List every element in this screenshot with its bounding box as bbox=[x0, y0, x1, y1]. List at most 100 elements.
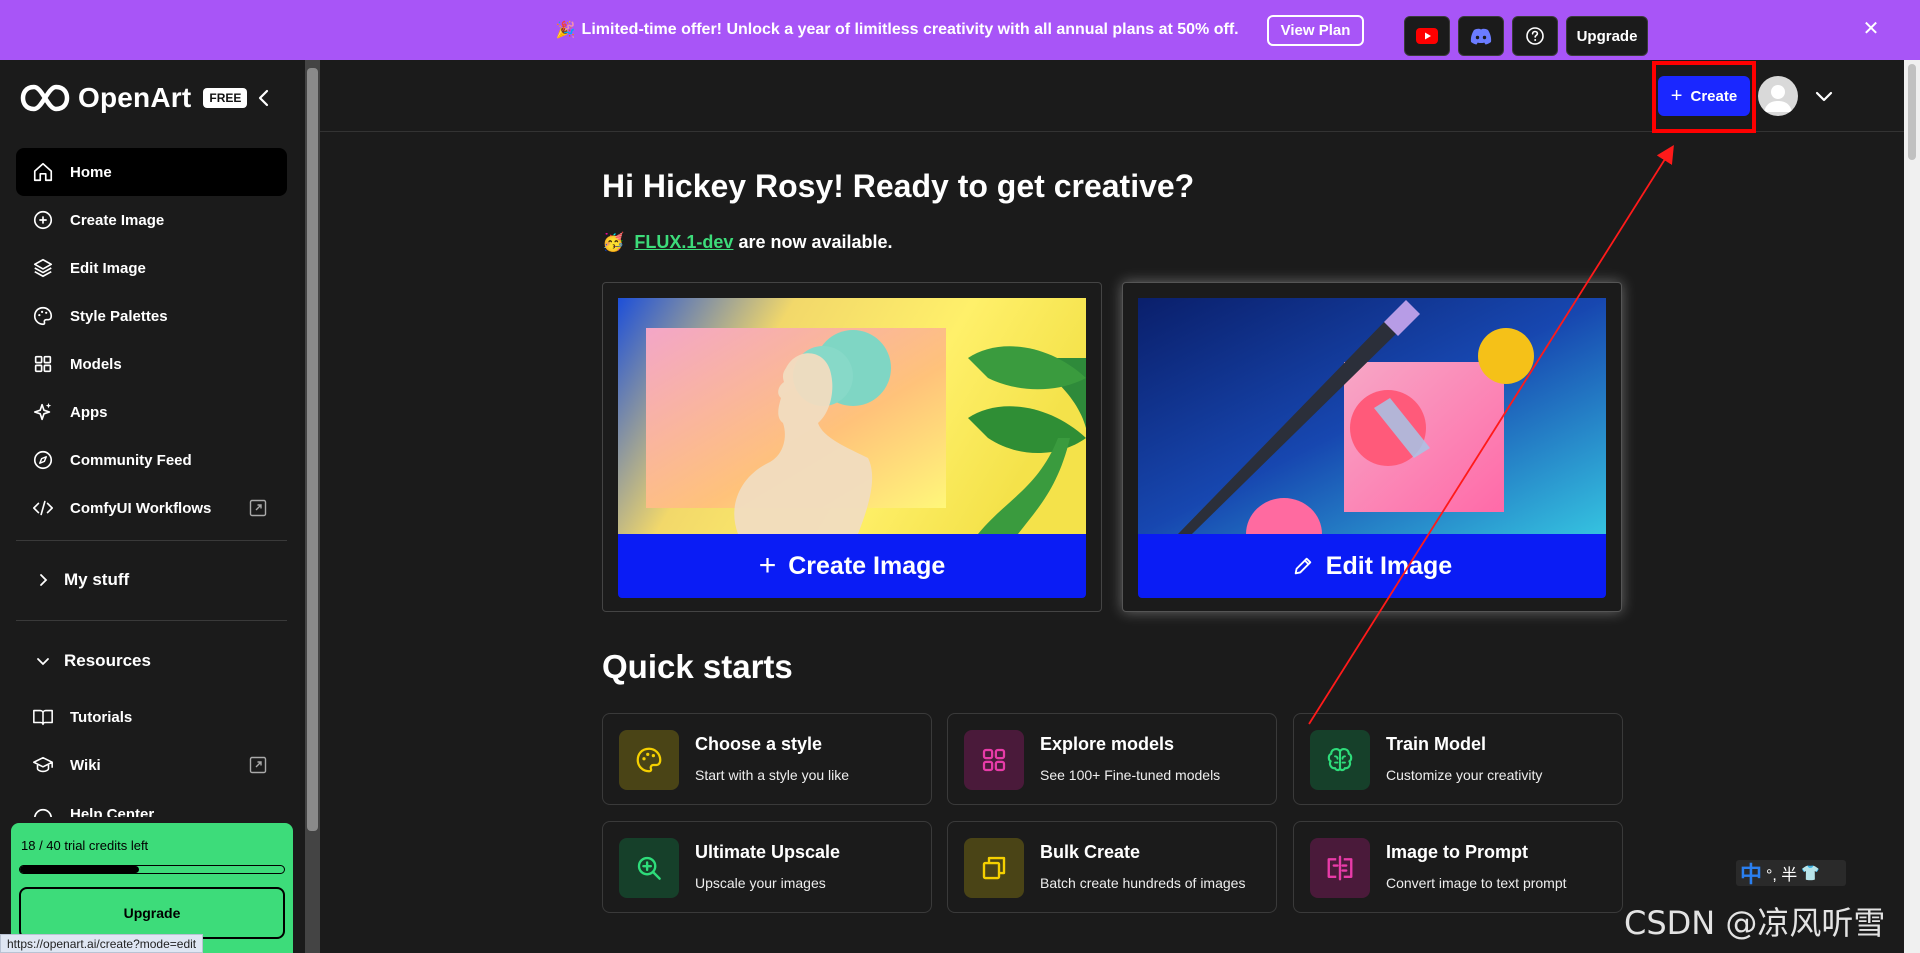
sidebar-divider bbox=[16, 620, 287, 621]
copy-icon bbox=[982, 856, 1006, 880]
quick-start-train-model[interactable]: Train Model Customize your creativity bbox=[1293, 713, 1623, 805]
create-image-label: Create Image bbox=[788, 551, 946, 580]
edit-image-card[interactable]: Edit Image bbox=[1122, 282, 1622, 612]
sidebar-item-wiki[interactable]: Wiki bbox=[16, 741, 287, 789]
qs-subtitle: Upscale your images bbox=[695, 875, 826, 891]
sidebar-item-label: Models bbox=[70, 355, 122, 373]
avatar[interactable] bbox=[1758, 76, 1798, 116]
resources-label: Resources bbox=[64, 651, 151, 670]
resources-toggle[interactable]: Resources bbox=[36, 651, 151, 671]
quick-start-image-to-prompt[interactable]: Image to Prompt Convert image to text pr… bbox=[1293, 821, 1623, 913]
announcement-text: are now available. bbox=[738, 232, 893, 252]
status-bar-url: https://openart.ai/create?mode=edit bbox=[0, 934, 204, 953]
qs-title: Ultimate Upscale bbox=[695, 842, 841, 862]
edit-image-illustration bbox=[1138, 298, 1606, 534]
chevron-down-icon[interactable] bbox=[1812, 84, 1836, 108]
chevron-right-icon bbox=[40, 574, 48, 586]
sidebar-item-label: Wiki bbox=[70, 756, 101, 774]
watermark: CSDN @凉风听雪 bbox=[1624, 904, 1886, 942]
sidebar-item-edit-image[interactable]: Edit Image bbox=[16, 244, 287, 292]
ime-language: 中 bbox=[1740, 862, 1763, 887]
quick-start-choose-style[interactable]: Choose a style Start with a style you li… bbox=[602, 713, 932, 805]
sidebar-item-label: ComfyUI Workflows bbox=[70, 499, 212, 517]
resources-nav: Tutorials Wiki Help Center bbox=[16, 693, 287, 817]
quick-start-explore-models[interactable]: Explore models See 100+ Fine-tuned model… bbox=[947, 713, 1277, 805]
sidebar-item-label: Apps bbox=[70, 403, 108, 421]
sidebar-item-home[interactable]: Home bbox=[16, 148, 287, 196]
banner-message: 🎉 Limited-time offer! Unlock a year of l… bbox=[556, 20, 1239, 40]
sidebar-item-comfyui-workflows[interactable]: ComfyUI Workflows bbox=[16, 484, 287, 532]
user-icon bbox=[1764, 85, 1792, 112]
external-link-icon bbox=[249, 499, 267, 517]
youtube-icon bbox=[1416, 28, 1438, 44]
qs-icon-box bbox=[1310, 838, 1370, 898]
credits-text: 18 / 40 trial credits left bbox=[21, 838, 149, 853]
quick-start-ultimate-upscale[interactable]: Ultimate Upscale Upscale your images bbox=[602, 821, 932, 913]
party-popper-icon: 🎉 bbox=[555, 22, 576, 39]
qs-icon-box bbox=[619, 838, 679, 898]
sidebar-nav: Home Create Image Edit Image Style Palet… bbox=[16, 148, 287, 532]
my-stuff-toggle[interactable]: My stuff bbox=[36, 570, 129, 590]
qs-icon-box bbox=[1310, 730, 1370, 790]
create-image-button[interactable]: + Create Image bbox=[618, 534, 1086, 598]
ime-mode: °, 半 bbox=[1766, 867, 1798, 884]
plus-icon: + bbox=[758, 549, 777, 582]
page-scrollbar-thumb[interactable] bbox=[1908, 64, 1916, 160]
qs-subtitle: Batch create hundreds of images bbox=[1040, 875, 1246, 891]
sidebar-item-tutorials[interactable]: Tutorials bbox=[16, 693, 287, 741]
sidebar-item-apps[interactable]: Apps bbox=[16, 388, 287, 436]
qs-icon-box bbox=[619, 730, 679, 790]
create-image-card[interactable]: + Create Image bbox=[602, 282, 1102, 612]
create-button[interactable]: + Create bbox=[1658, 76, 1750, 116]
brain-icon bbox=[1327, 748, 1353, 772]
help-button[interactable] bbox=[1512, 16, 1558, 56]
upgrade-credits-button[interactable]: Upgrade bbox=[19, 887, 285, 939]
youtube-button[interactable] bbox=[1404, 16, 1450, 56]
compass-icon bbox=[33, 450, 53, 470]
qs-subtitle: Start with a style you like bbox=[695, 767, 850, 783]
sidebar-item-label: Create Image bbox=[70, 211, 165, 229]
sidebar-scrollbar-thumb[interactable] bbox=[307, 68, 318, 831]
code-icon bbox=[33, 500, 53, 516]
view-plan-button[interactable]: View Plan bbox=[1266, 14, 1365, 46]
qs-subtitle: Convert image to text prompt bbox=[1386, 875, 1567, 891]
flux-link[interactable]: FLUX.1-dev bbox=[634, 232, 733, 252]
logo[interactable]: OpenArt FREE bbox=[20, 82, 248, 114]
edit-image-artwork bbox=[1138, 298, 1606, 534]
collapse-sidebar-icon[interactable] bbox=[252, 86, 276, 110]
external-link-icon bbox=[249, 756, 267, 774]
edit-image-button[interactable]: Edit Image bbox=[1138, 534, 1606, 598]
quick-starts-title: Quick starts bbox=[602, 648, 793, 685]
qs-icon-box bbox=[964, 730, 1024, 790]
quick-start-bulk-create[interactable]: Bulk Create Batch create hundreds of ima… bbox=[947, 821, 1277, 913]
logo-text: OpenArt bbox=[78, 82, 192, 113]
plus-circle-icon bbox=[33, 210, 53, 230]
ime-indicator[interactable]: 中 °, 半 👕 bbox=[1736, 860, 1846, 887]
create-image-illustration bbox=[618, 298, 1086, 534]
chevron-down-icon bbox=[37, 658, 49, 666]
help-circle-icon bbox=[33, 808, 53, 817]
credits-progress-bar bbox=[19, 865, 285, 874]
palette-icon bbox=[636, 747, 662, 773]
qs-title: Image to Prompt bbox=[1386, 842, 1529, 862]
discord-icon bbox=[1470, 28, 1492, 44]
page-scrollbar[interactable] bbox=[1904, 60, 1920, 953]
sidebar-item-style-palettes[interactable]: Style Palettes bbox=[16, 292, 287, 340]
sidebar-divider bbox=[16, 540, 287, 541]
sidebar-item-models[interactable]: Models bbox=[16, 340, 287, 388]
home-icon bbox=[33, 162, 53, 182]
sidebar-item-create-image[interactable]: Create Image bbox=[16, 196, 287, 244]
close-icon[interactable]: ✕ bbox=[1860, 18, 1882, 40]
qs-title: Train Model bbox=[1386, 734, 1487, 754]
my-stuff-label: My stuff bbox=[64, 570, 130, 589]
pencil-icon bbox=[1294, 557, 1312, 575]
sparkles-icon bbox=[33, 402, 52, 421]
book-icon bbox=[33, 709, 53, 726]
discord-button[interactable] bbox=[1458, 16, 1504, 56]
upgrade-button[interactable]: Upgrade bbox=[1566, 16, 1648, 56]
sidebar-item-help-center[interactable]: Help Center bbox=[16, 789, 287, 817]
page-title: Hi Hickey Rosy! Ready to get creative? bbox=[602, 168, 1195, 204]
sidebar-item-community-feed[interactable]: Community Feed bbox=[16, 436, 287, 484]
banner-text: Limited-time offer! Unlock a year of lim… bbox=[581, 21, 1239, 38]
plus-icon: + bbox=[1670, 85, 1683, 107]
